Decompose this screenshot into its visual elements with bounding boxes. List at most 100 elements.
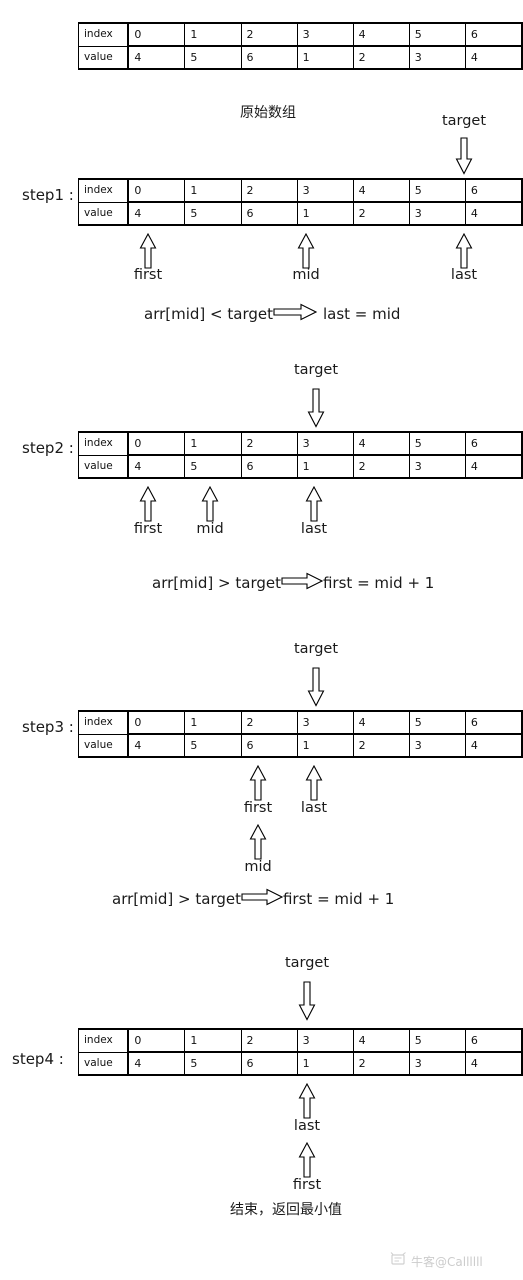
arrow-down-target-step1 bbox=[455, 137, 473, 175]
table-row: value 4 5 6 1 2 3 4 bbox=[78, 45, 523, 70]
value-cell-4: 2 bbox=[352, 733, 410, 758]
value-cell-3: 1 bbox=[296, 201, 354, 226]
pointer-label-mid-step1: mid bbox=[292, 267, 320, 283]
pointer-label-first-step4: first bbox=[292, 1177, 322, 1193]
array-table-original: index 0 1 2 3 4 5 6 value 4 5 6 1 2 3 4 bbox=[78, 22, 523, 70]
value-cell-0: 4 bbox=[127, 1051, 186, 1076]
step-label-3: step3 : bbox=[22, 718, 74, 736]
index-cell-6: 6 bbox=[464, 178, 523, 203]
index-cell-6: 6 bbox=[464, 431, 523, 456]
step-label-1: step1 : bbox=[22, 186, 74, 204]
index-cell-6: 6 bbox=[464, 22, 523, 47]
pointer-label-last-step2: last bbox=[300, 521, 328, 537]
value-cell-2: 6 bbox=[240, 201, 298, 226]
array-table-step3: index 0 1 2 3 4 5 6 value 4 5 6 1 2 3 4 bbox=[78, 710, 523, 758]
pointer-label-last-step4: last bbox=[293, 1118, 321, 1134]
table-row: index 0 1 2 3 4 5 6 bbox=[78, 22, 523, 47]
arrow-up-first-step3 bbox=[249, 765, 267, 801]
row-header-value: value bbox=[78, 454, 129, 479]
index-cell-2: 2 bbox=[240, 1028, 298, 1053]
row-header-value: value bbox=[78, 45, 129, 70]
index-cell-5: 5 bbox=[408, 22, 466, 47]
index-cell-1: 1 bbox=[184, 431, 242, 456]
value-cell-5: 3 bbox=[408, 733, 466, 758]
index-cell-0: 0 bbox=[127, 710, 186, 735]
index-cell-1: 1 bbox=[184, 710, 242, 735]
arrow-down-target-step4 bbox=[298, 981, 316, 1021]
value-cell-1: 5 bbox=[184, 1051, 242, 1076]
value-cell-1: 5 bbox=[184, 733, 242, 758]
index-cell-4: 4 bbox=[352, 178, 410, 203]
formula-step1: arr[mid] < target last = mid bbox=[144, 303, 400, 325]
value-cell-5: 3 bbox=[408, 1051, 466, 1076]
arrow-up-first-step1 bbox=[139, 233, 157, 269]
index-cell-0: 0 bbox=[127, 22, 186, 47]
arrow-right-icon-step3 bbox=[241, 888, 284, 910]
value-cell-4: 2 bbox=[352, 201, 410, 226]
formula-step3: arr[mid] > target first = mid + 1 bbox=[112, 888, 394, 910]
formula-left-step1: arr[mid] < target bbox=[144, 305, 273, 323]
index-cell-0: 0 bbox=[127, 178, 186, 203]
value-cell-4: 2 bbox=[352, 45, 410, 70]
value-cell-6: 4 bbox=[464, 201, 523, 226]
index-cell-5: 5 bbox=[408, 178, 466, 203]
value-cell-6: 4 bbox=[464, 45, 523, 70]
arrow-up-mid-step2 bbox=[201, 486, 219, 522]
index-cell-1: 1 bbox=[184, 178, 242, 203]
arrow-up-last-step2 bbox=[305, 486, 323, 522]
table-row: index 0 1 2 3 4 5 6 bbox=[78, 1028, 523, 1053]
pointer-label-last-step1: last bbox=[450, 267, 478, 283]
index-cell-2: 2 bbox=[240, 178, 298, 203]
index-cell-0: 0 bbox=[127, 1028, 186, 1053]
value-cell-2: 6 bbox=[240, 454, 298, 479]
row-header-index: index bbox=[78, 178, 129, 203]
row-header-value: value bbox=[78, 733, 129, 758]
arrow-down-target-step2 bbox=[307, 388, 325, 428]
pointer-label-first-step1: first bbox=[133, 267, 163, 283]
row-header-index: index bbox=[78, 1028, 129, 1053]
caption-end-result: 结束，返回最小值 bbox=[230, 1202, 342, 1218]
pointer-label-last-step3: last bbox=[300, 800, 328, 816]
index-cell-6: 6 bbox=[464, 1028, 523, 1053]
value-cell-2: 6 bbox=[240, 1051, 298, 1076]
table-row: index 0 1 2 3 4 5 6 bbox=[78, 710, 523, 735]
value-cell-3: 1 bbox=[296, 1051, 354, 1076]
value-cell-1: 5 bbox=[184, 454, 242, 479]
value-cell-0: 4 bbox=[127, 201, 186, 226]
index-cell-4: 4 bbox=[352, 1028, 410, 1053]
value-cell-3: 1 bbox=[296, 45, 354, 70]
value-cell-6: 4 bbox=[464, 733, 523, 758]
target-label-step4: target bbox=[284, 955, 330, 971]
index-cell-2: 2 bbox=[240, 431, 298, 456]
value-cell-6: 4 bbox=[464, 454, 523, 479]
value-cell-0: 4 bbox=[127, 733, 186, 758]
formula-right-step3: first = mid + 1 bbox=[282, 890, 395, 908]
target-label-step2: target bbox=[293, 362, 339, 378]
index-cell-1: 1 bbox=[184, 1028, 242, 1053]
index-cell-3: 3 bbox=[296, 710, 354, 735]
index-cell-4: 4 bbox=[352, 710, 410, 735]
index-cell-4: 4 bbox=[352, 431, 410, 456]
value-cell-6: 4 bbox=[464, 1051, 523, 1076]
array-table-step1: index 0 1 2 3 4 5 6 value 4 5 6 1 2 3 4 bbox=[78, 178, 523, 226]
formula-left-step2: arr[mid] > target bbox=[152, 574, 281, 592]
formula-step2: arr[mid] > target first = mid + 1 bbox=[152, 572, 434, 594]
arrow-down-target-step3 bbox=[307, 667, 325, 707]
target-label-step1: target bbox=[441, 113, 487, 129]
value-cell-4: 2 bbox=[352, 1051, 410, 1076]
index-cell-3: 3 bbox=[296, 22, 354, 47]
watermark: 牛客@Callllll bbox=[390, 1252, 483, 1270]
value-cell-2: 6 bbox=[240, 45, 298, 70]
arrow-up-first-step2 bbox=[139, 486, 157, 522]
value-cell-2: 6 bbox=[240, 733, 298, 758]
index-cell-6: 6 bbox=[464, 710, 523, 735]
pointer-label-first-step3: first bbox=[243, 800, 273, 816]
value-cell-4: 2 bbox=[352, 454, 410, 479]
index-cell-3: 3 bbox=[296, 178, 354, 203]
arrow-right-icon-step1 bbox=[273, 303, 318, 325]
row-header-value: value bbox=[78, 1051, 129, 1076]
diagram-canvas: index 0 1 2 3 4 5 6 value 4 5 6 1 2 3 4 … bbox=[0, 0, 523, 1280]
value-cell-3: 1 bbox=[296, 454, 354, 479]
table-row: value 4 5 6 1 2 3 4 bbox=[78, 1051, 523, 1076]
arrow-up-first-step4 bbox=[298, 1142, 316, 1178]
